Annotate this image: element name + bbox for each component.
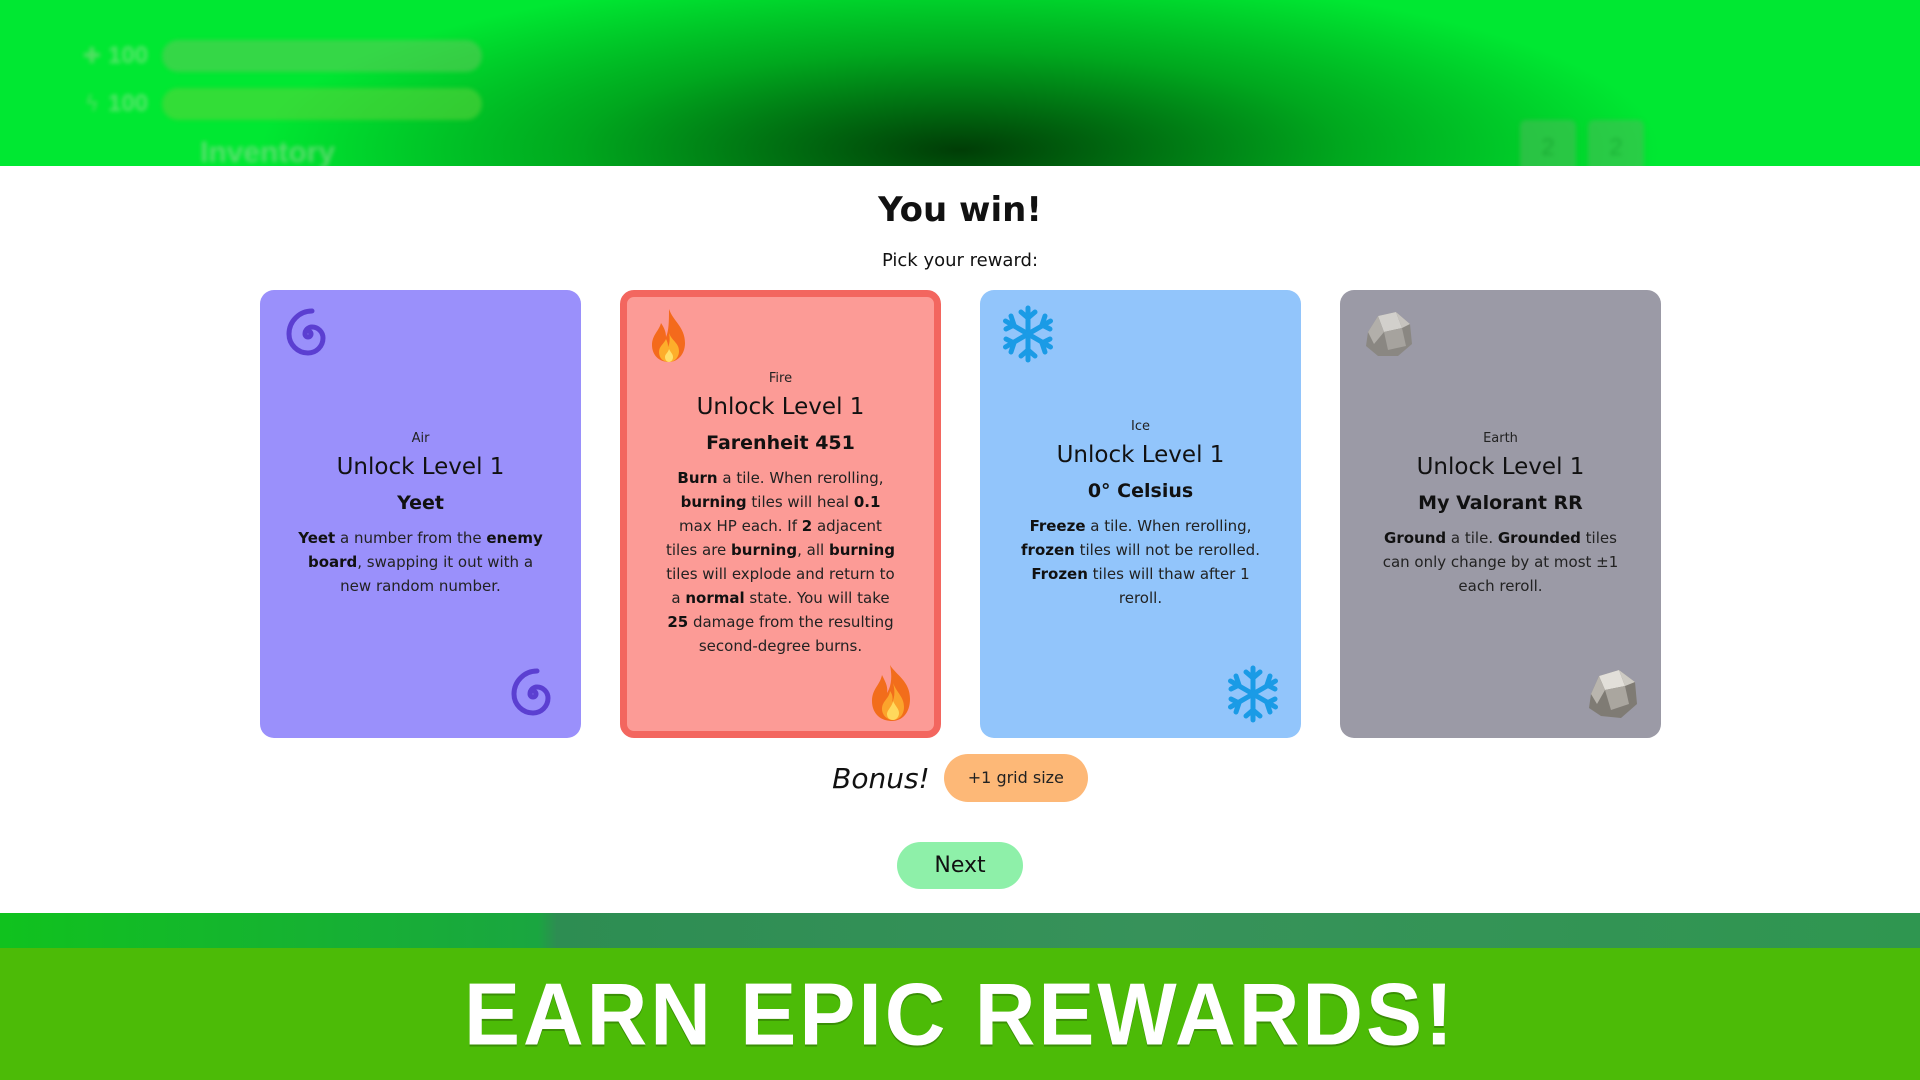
snowflake-icon: [1228, 665, 1278, 723]
inventory-label: Inventory: [200, 136, 336, 166]
card-description: Burn a tile. When rerolling, burning til…: [665, 468, 896, 655]
snowflake-icon: [1003, 305, 1053, 363]
hp-bar: [162, 40, 482, 72]
card-description: Ground a tile. Grounded tiles can only c…: [1382, 528, 1619, 595]
card-level: Unlock Level 1: [1416, 453, 1585, 480]
bonus-label: Bonus!: [832, 761, 930, 795]
card-name: My Valorant RR: [1418, 491, 1583, 514]
reward-modal: You win! Pick your reward: Air Unlock Le…: [0, 166, 1920, 913]
card-description: Freeze a tile. When rerolling, frozen ti…: [1021, 516, 1260, 607]
energy-stat: ϟ 100: [80, 88, 482, 120]
modal-title: You win!: [878, 190, 1042, 230]
reward-card-ice[interactable]: Ice Unlock Level 1 0° Celsius Freeze a t…: [980, 290, 1301, 738]
lightning-icon: ϟ: [84, 91, 100, 117]
card-description: Yeet a number from the enemy board, swap…: [298, 528, 543, 595]
promo-banner: EARN EPIC REWARDS!: [0, 948, 1920, 1080]
card-level: Unlock Level 1: [1056, 441, 1225, 468]
bonus-row: Bonus! +1 grid size: [0, 754, 1920, 802]
card-level: Unlock Level 1: [696, 393, 865, 420]
game-background: ✚ 100 ϟ 100 Inventory 2 2: [0, 0, 1920, 166]
modal-subtitle: Pick your reward:: [881, 250, 1039, 271]
plus-icon: ✚: [82, 43, 102, 69]
hp-value: 100: [108, 42, 149, 69]
card-element: Fire: [768, 370, 793, 386]
reward-card-fire[interactable]: Fire Unlock Level 1 Farenheit 451 Burn a…: [620, 290, 941, 738]
reward-card-earth[interactable]: Earth Unlock Level 1 My Valorant RR Grou…: [1340, 290, 1661, 738]
banner-text: EARN EPIC REWARDS!: [463, 964, 1457, 1063]
card-name: 0° Celsius: [1087, 479, 1194, 502]
next-button[interactable]: Next: [897, 842, 1023, 889]
card-element: Ice: [1131, 418, 1150, 434]
rock-icon: [1589, 670, 1637, 718]
card-element: Air: [411, 430, 430, 446]
inventory-slot: 2: [1520, 120, 1576, 166]
card-name: Yeet: [397, 491, 444, 514]
energy-value: 100: [108, 90, 149, 117]
game-background-strip: [0, 913, 1920, 948]
card-level: Unlock Level 1: [336, 453, 505, 480]
spiral-icon: [286, 308, 326, 356]
rock-icon: [1366, 312, 1412, 356]
reward-card-air[interactable]: Air Unlock Level 1 Yeet Yeet a number fr…: [260, 290, 581, 738]
inventory-slot: 2: [1588, 120, 1644, 166]
bonus-badge: +1 grid size: [943, 754, 1088, 802]
card-element: Earth: [1483, 430, 1518, 446]
hp-stat: ✚ 100: [80, 40, 482, 72]
spiral-icon: [511, 668, 551, 716]
fire-icon: [652, 309, 685, 362]
energy-bar: [162, 88, 482, 120]
card-name: Farenheit 451: [706, 431, 855, 454]
fire-icon: [872, 665, 910, 721]
